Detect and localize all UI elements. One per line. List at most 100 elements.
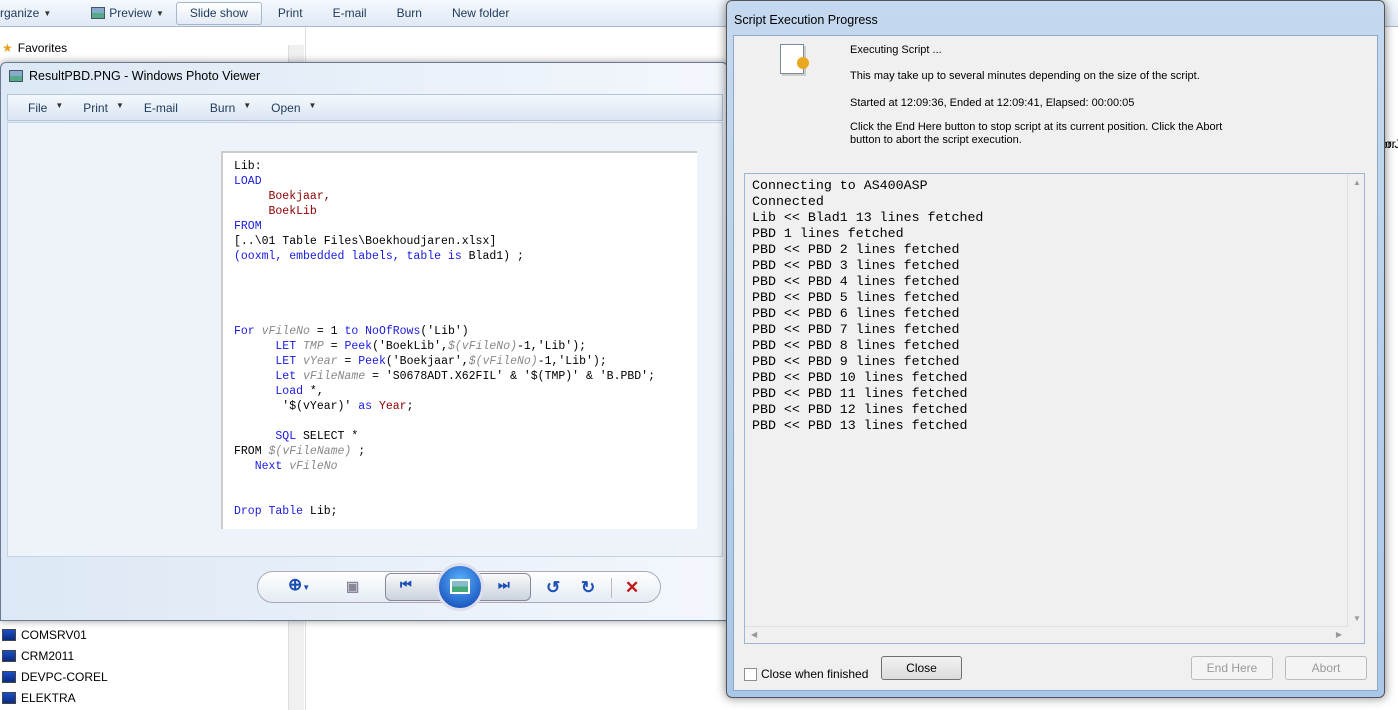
slideshow-button[interactable] [436, 563, 484, 611]
log-line: PBD << PBD 10 lines fetched [752, 370, 968, 385]
code-token: (ooxml, embedded labels, table is [234, 250, 469, 263]
menu-file[interactable]: File ▼ [18, 101, 73, 115]
menu-open[interactable]: Open ▼ [261, 101, 326, 115]
nav-favorites[interactable]: ★ Favorites [2, 41, 67, 55]
code-token: Lib; [309, 505, 338, 518]
code-token: Lib: [234, 160, 262, 173]
dialog-title: Script Execution Progress [734, 13, 878, 27]
checkbox-box[interactable] [744, 667, 757, 681]
viewer-title: ResultPBD.PNG - Windows Photo Viewer [29, 69, 261, 83]
code-line: BoekLib [234, 204, 697, 219]
chevron-down-icon: ▼ [155, 8, 164, 18]
menu-label: File [28, 100, 48, 115]
slide-show-button[interactable]: Slide show [175, 1, 262, 25]
code-token: = [337, 355, 359, 368]
script-progress-dialog: Script Execution Progress Executing Scri… [726, 0, 1385, 698]
computer-label: ELEKTRA [21, 691, 76, 705]
log-line: PBD << PBD 5 lines fetched [752, 290, 960, 305]
print-button[interactable]: Print [266, 2, 315, 25]
scroll-up-icon[interactable]: ▲ [1353, 178, 1361, 187]
code-line: [..\01 Table Files\Boekhoudjaren.xlsx] [234, 234, 697, 249]
email-button[interactable]: E-mail [321, 2, 379, 25]
log-horizontal-scrollbar[interactable]: ◀ ▶ [745, 626, 1348, 643]
code-token: TMP [303, 340, 324, 353]
preview-button[interactable]: Preview ▼ [79, 2, 176, 25]
log-line: Connecting to AS400ASP [752, 178, 928, 193]
scroll-left-icon[interactable]: ◀ [751, 630, 757, 639]
computer-label: CRM2011 [21, 649, 75, 663]
viewer-title-bar: ResultPBD.PNG - Windows Photo Viewer [9, 69, 260, 83]
code-token: SELECT * [303, 430, 359, 443]
code-token: ('Boekjaar', [385, 355, 469, 368]
zoom-icon[interactable]: ⊕▼ [288, 575, 310, 595]
nav-computer[interactable]: ELEKTRA [2, 691, 76, 705]
code-token: vFileNo [261, 325, 310, 338]
log-line: PBD << PBD 6 lines fetched [752, 306, 960, 321]
computer-icon [2, 692, 16, 704]
end-here-button[interactable]: End Here [1191, 656, 1273, 680]
code-token: Let [234, 370, 304, 383]
nav-computer[interactable]: CRM2011 [2, 649, 74, 663]
help-text: Click the End Here button to stop script… [850, 121, 1223, 146]
code-token: to NoOfRows [344, 325, 421, 338]
close-button[interactable]: Close [881, 656, 962, 680]
viewer-menu-bar: File ▼ Print ▼ E-mail Burn ▼ Open ▼ [7, 94, 723, 121]
burn-button[interactable]: Burn [385, 2, 434, 25]
menu-burn[interactable]: Burn ▼ [200, 101, 261, 115]
actual-size-icon[interactable]: ▣ [346, 578, 359, 595]
scroll-right-icon[interactable]: ▶ [1336, 630, 1342, 639]
code-line: '$(vYear)' as Year; [234, 399, 697, 414]
log-line: PBD << PBD 12 lines fetched [752, 402, 968, 417]
code-token: SQL [234, 430, 304, 443]
favorites-label: Favorites [17, 41, 68, 55]
close-when-finished-checkbox[interactable]: Close when finished [744, 667, 868, 681]
status-text: Executing Script ... [850, 44, 942, 56]
code-token: ; [406, 400, 414, 413]
delete-icon[interactable]: ✕ [625, 578, 639, 598]
organize-label: rganize [0, 6, 40, 20]
next-icon[interactable]: ⏭ [498, 577, 510, 593]
menu-email[interactable]: E-mail [134, 101, 188, 115]
rotate-ccw-icon[interactable]: ↺ [546, 578, 560, 598]
log-line: Connected [752, 194, 824, 209]
rotate-cw-icon[interactable]: ↻ [581, 578, 595, 598]
timing-text: Started at 12:09:36, Ended at 12:09:41, … [850, 97, 1135, 109]
nav-computer[interactable]: COMSRV01 [2, 628, 87, 642]
previous-icon[interactable]: ⏮ [400, 577, 412, 593]
code-token: ; [351, 445, 366, 458]
code-line: FROM [234, 219, 697, 234]
code-line: LET vYear = Peek('Boekjaar',$(vFileNo)-1… [234, 354, 697, 369]
photo-viewer-icon [9, 70, 23, 82]
abort-button[interactable]: Abort [1285, 656, 1367, 680]
log-line: PBD << PBD 2 lines fetched [752, 242, 960, 257]
log-lines: Connecting to AS400ASP Connected Lib << Bl… [752, 178, 983, 434]
log-line: PBD << PBD 4 lines fetched [752, 274, 960, 289]
photo-viewer-window: ResultPBD.PNG - Windows Photo Viewer Fil… [0, 62, 728, 621]
new-folder-button[interactable]: New folder [440, 2, 521, 25]
menu-print[interactable]: Print ▼ [73, 101, 134, 115]
log-output[interactable]: Connecting to AS400ASP Connected Lib << Bl… [744, 173, 1365, 644]
preview-icon [91, 7, 106, 19]
divider [611, 578, 612, 598]
dialog-body: Executing Script ... This may take up to… [733, 35, 1378, 691]
log-line: Lib << Blad1 13 lines fetched [752, 210, 984, 225]
code-token: For [234, 325, 262, 338]
star-icon: ★ [2, 41, 13, 55]
code-token: Peek [358, 355, 386, 368]
code-token: Next [234, 460, 290, 473]
computer-icon [2, 629, 16, 641]
computer-label: DEVPC-COREL [21, 670, 108, 684]
preview-label: Preview [109, 6, 152, 20]
organize-button[interactable]: rganize ▼ [0, 2, 63, 25]
log-vertical-scrollbar[interactable]: ▲ ▼ [1347, 174, 1364, 627]
log-line: PBD << PBD 3 lines fetched [752, 258, 960, 273]
log-line: PBD << PBD 8 lines fetched [752, 338, 960, 353]
code-token: Blad1) ; [468, 250, 524, 263]
scroll-down-icon[interactable]: ▼ [1353, 614, 1361, 623]
nav-computer[interactable]: DEVPC-COREL [2, 670, 108, 684]
code-token: Year [378, 400, 407, 413]
code-token: = 1 [309, 325, 345, 338]
code-token: *, [309, 385, 324, 398]
